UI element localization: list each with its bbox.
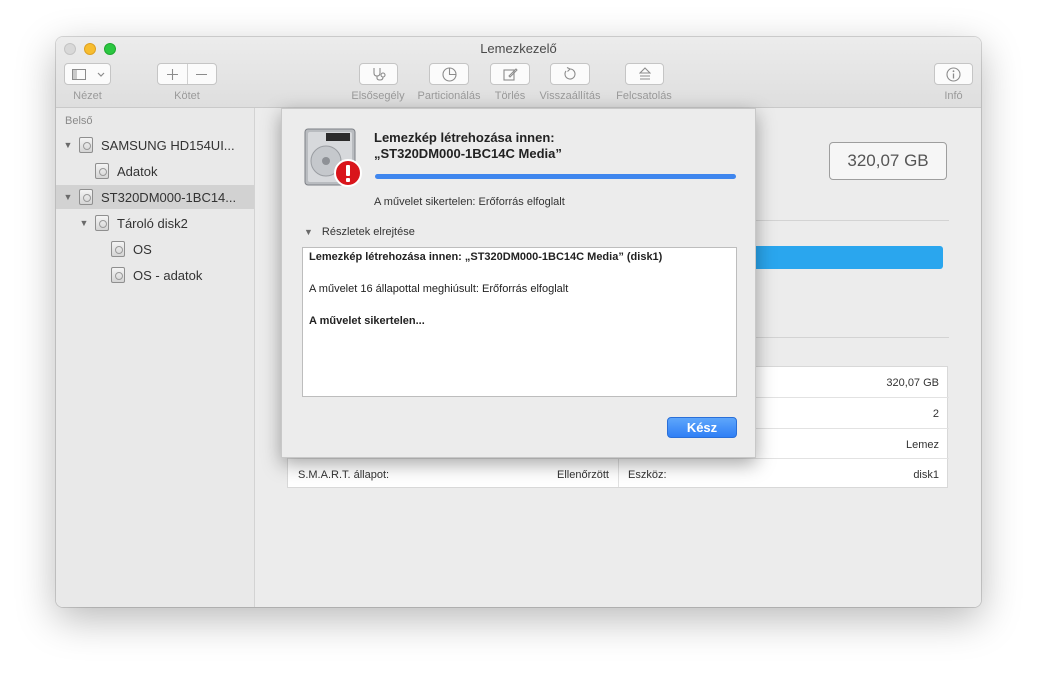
disclosure-triangle-icon[interactable]: ▼ — [63, 192, 73, 202]
sidebar-item-label: Tároló disk2 — [117, 215, 188, 231]
restore-label: Visszaállítás — [539, 90, 601, 102]
erase-icon — [502, 68, 518, 81]
volume-label: Kötet — [174, 90, 200, 102]
sidebar-item-label: Adatok — [117, 163, 158, 179]
dialog-title-line1: Lemezkép létrehozása innen: — [374, 130, 555, 145]
view-label: Nézet — [73, 90, 102, 102]
volume-icon — [111, 267, 125, 283]
info-value: disk1 — [913, 468, 939, 481]
minus-icon — [196, 73, 208, 75]
info-value: Ellenőrzött — [557, 468, 609, 481]
info-label: Infó — [944, 90, 963, 102]
status-text: A művelet sikertelen: Erőforrás elfoglal… — [374, 196, 565, 208]
window-title: Lemezkezelő — [480, 41, 557, 56]
dialog-title-line2: „ST320DM000-1BC14C Media” — [374, 146, 562, 161]
info-row-device: Eszköz: disk1 — [628, 459, 939, 490]
partition-button[interactable] — [429, 63, 469, 85]
chevron-down-icon — [92, 64, 110, 84]
first-aid-label: Elsősegély — [351, 90, 405, 102]
log-line: A művelet sikertelen... — [309, 315, 425, 327]
log-output[interactable]: Lemezkép létrehozása innen: „ST320DM000-… — [302, 247, 737, 397]
sidebar-item-samsung[interactable]: ▼ SAMSUNG HD154UI... — [56, 133, 254, 157]
sidebar-item-adatok[interactable]: Adatok — [56, 159, 254, 183]
container-icon — [95, 215, 109, 231]
sidebar-icon — [65, 64, 92, 84]
plus-icon — [166, 68, 178, 80]
eject-icon — [638, 67, 651, 80]
restore-icon — [564, 67, 576, 80]
restore-button[interactable] — [550, 63, 590, 85]
volume-buttons — [157, 63, 217, 85]
disclosure-triangle-icon[interactable]: ▼ — [79, 218, 89, 228]
hard-disk-icon — [79, 137, 93, 153]
view-button[interactable] — [64, 63, 111, 85]
remove-volume-button[interactable] — [186, 64, 217, 84]
sidebar-item-label: ST320DM000-1BC14... — [101, 189, 237, 205]
info-icon — [946, 66, 961, 82]
sidebar-item-container-disk2[interactable]: ▼ Tároló disk2 — [56, 211, 254, 235]
capacity-box: 320,07 GB — [829, 142, 947, 180]
first-aid-button[interactable] — [359, 63, 398, 85]
sidebar-heading: Belső — [65, 115, 93, 127]
volume-icon — [111, 241, 125, 257]
sidebar-item-label: OS - adatok — [133, 267, 203, 283]
erase-button[interactable] — [490, 63, 530, 85]
info-value: Lemez — [905, 438, 939, 451]
info-key: S.M.A.R.T. állapot: — [298, 468, 390, 481]
details-toggle-label: Részletek elrejtése — [321, 226, 415, 238]
volume-icon — [95, 163, 109, 179]
sidebar-item-os[interactable]: OS — [56, 237, 254, 261]
info-value: 320,07 GB — [886, 376, 939, 389]
progress-bar — [375, 174, 736, 179]
hard-disk-icon — [79, 189, 93, 205]
disclosure-triangle-icon: ▼ — [304, 227, 313, 237]
mount-label: Felcsatolás — [616, 90, 672, 102]
add-volume-button[interactable] — [158, 64, 187, 84]
mount-button[interactable] — [625, 63, 664, 85]
stethoscope-icon — [372, 68, 386, 81]
dialog-title: Lemezkép létrehozása innen: „ST320DM000-… — [374, 130, 734, 162]
log-line: Lemezkép létrehozása innen: „ST320DM000-… — [309, 251, 663, 263]
usage-bar — [725, 246, 943, 269]
sidebar-item-label: OS — [133, 241, 152, 257]
details-toggle[interactable]: ▼ Részletek elrejtése — [304, 226, 415, 238]
disk-utility-window: Lemezkezelő Nézet Kötet Elsősegély Parti… — [56, 37, 981, 607]
create-image-sheet: Lemezkép létrehozása innen: „ST320DM000-… — [281, 108, 756, 458]
toolbar: Lemezkezelő Nézet Kötet Elsősegély Parti… — [56, 37, 981, 108]
log-line: A művelet 16 állapottal meghiúsult: Erőf… — [309, 283, 569, 295]
hard-disk-warning-icon — [304, 128, 362, 187]
info-button[interactable] — [934, 63, 973, 85]
disclosure-triangle-icon[interactable]: ▼ — [63, 140, 73, 150]
erase-label: Törlés — [494, 90, 526, 102]
sidebar-item-st320dm000[interactable]: ▼ ST320DM000-1BC14... — [56, 185, 254, 209]
sidebar-item-os-data[interactable]: OS - adatok — [56, 263, 254, 287]
sidebar-item-label: SAMSUNG HD154UI... — [101, 137, 235, 153]
info-value: 2 — [932, 407, 939, 420]
info-row-smart: S.M.A.R.T. állapot: Ellenőrzött — [298, 459, 609, 490]
done-button[interactable]: Kész — [667, 417, 737, 438]
partition-label: Particionálás — [417, 90, 481, 102]
info-key: Eszköz: — [628, 468, 667, 481]
sidebar: Belső ▼ SAMSUNG HD154UI... Adatok ▼ ST32… — [56, 108, 255, 607]
pie-chart-icon — [441, 66, 457, 82]
